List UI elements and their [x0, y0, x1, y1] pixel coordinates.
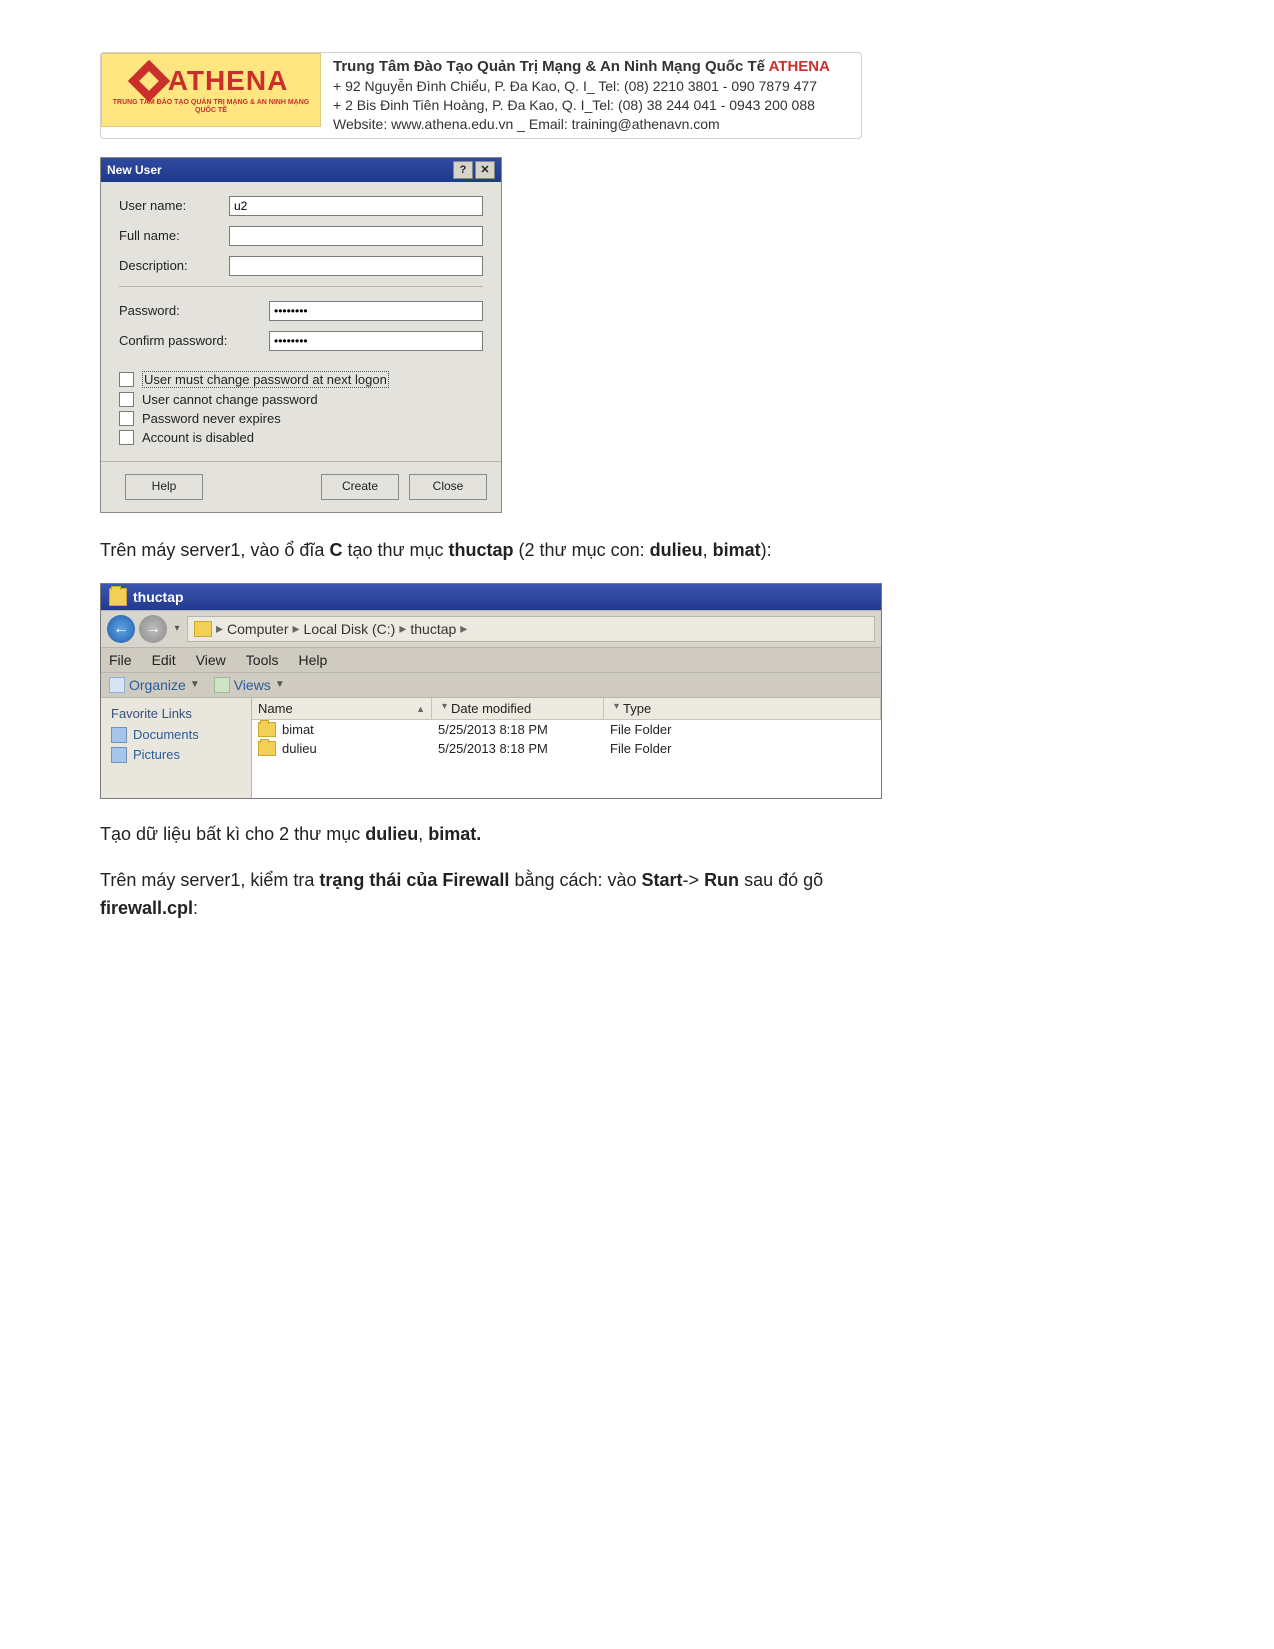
documents-icon	[111, 727, 127, 743]
logo-diamond-icon	[127, 60, 169, 102]
nav-forward-button[interactable]: →	[139, 615, 167, 643]
disabled-label: Account is disabled	[142, 430, 254, 445]
cannot-change-checkbox[interactable]	[119, 392, 134, 407]
full-name-input[interactable]	[229, 226, 483, 246]
breadcrumb-item[interactable]: Computer	[227, 621, 288, 637]
explorer-sidebar: Favorite Links Documents Pictures	[101, 698, 252, 798]
letterhead-text: Trung Tâm Đào Tạo Quản Trị Mạng & An Nin…	[333, 53, 830, 138]
paragraph-2: Tạo dữ liệu bất kì cho 2 thư mục dulieu,…	[100, 821, 1000, 849]
create-button[interactable]: Create	[321, 474, 399, 500]
description-input[interactable]	[229, 256, 483, 276]
letterhead: ATHENA TRUNG TÂM ĐÀO TẠO QUẢN TRỊ MẠNG &…	[100, 52, 862, 139]
pictures-icon	[111, 747, 127, 763]
file-name: dulieu	[282, 741, 317, 756]
nav-history-dropdown[interactable]: ▾	[171, 620, 183, 638]
cannot-change-label: User cannot change password	[142, 392, 318, 407]
logo-subtext: TRUNG TÂM ĐÀO TẠO QUẢN TRỊ MẠNG & AN NIN…	[102, 99, 320, 114]
col-name[interactable]: Name▲	[252, 698, 432, 719]
letterhead-contacts: Website: www.athena.edu.vn _ Email: trai…	[333, 115, 830, 134]
letterhead-brand: ATHENA	[769, 58, 830, 75]
chevron-down-icon: ▼	[190, 679, 200, 690]
letterhead-title: Trung Tâm Đào Tạo Quản Trị Mạng & An Nin…	[333, 58, 769, 75]
organize-button[interactable]: Organize ▼	[109, 677, 200, 693]
explorer-address-bar: ← → ▾ ▸ Computer ▸ Local Disk (C:) ▸ thu…	[101, 610, 881, 648]
table-row[interactable]: bimat 5/25/2013 8:18 PM File Folder	[252, 720, 881, 739]
menu-edit[interactable]: Edit	[152, 652, 176, 668]
must-change-label: User must change password at next logon	[142, 371, 389, 388]
folder-icon	[258, 722, 276, 737]
confirm-password-input[interactable]	[269, 331, 483, 351]
letterhead-addr2: + 2 Bis Đinh Tiên Hoàng, P. Đa Kao, Q. I…	[333, 96, 830, 115]
paragraph-1: Trên máy server1, vào ổ đĩa C tạo thư mụ…	[100, 537, 1000, 565]
address-bar[interactable]: ▸ Computer ▸ Local Disk (C:) ▸ thuctap ▸	[187, 616, 875, 642]
favorite-links-heading: Favorite Links	[111, 706, 241, 721]
user-name-input[interactable]	[229, 196, 483, 216]
close-button[interactable]: Close	[409, 474, 487, 500]
column-headers: Name▲ ▾Date modified ▾Type	[252, 698, 881, 720]
file-date: 5/25/2013 8:18 PM	[432, 739, 604, 758]
help-button[interactable]: Help	[125, 474, 203, 500]
explorer-file-list: Name▲ ▾Date modified ▾Type bimat 5/25/20…	[252, 698, 881, 798]
description-label: Description:	[119, 258, 229, 273]
sidebar-item-documents[interactable]: Documents	[111, 727, 241, 743]
athena-logo: ATHENA TRUNG TÂM ĐÀO TẠO QUẢN TRỊ MẠNG &…	[101, 53, 321, 127]
disabled-checkbox[interactable]	[119, 430, 134, 445]
explorer-menu: File Edit View Tools Help	[101, 648, 881, 673]
table-row[interactable]: dulieu 5/25/2013 8:18 PM File Folder	[252, 739, 881, 758]
file-name: bimat	[282, 722, 314, 737]
never-expires-label: Password never expires	[142, 411, 281, 426]
password-input[interactable]	[269, 301, 483, 321]
sidebar-item-pictures[interactable]: Pictures	[111, 747, 241, 763]
confirm-password-label: Confirm password:	[119, 333, 269, 348]
explorer-window: thuctap ← → ▾ ▸ Computer ▸ Local Disk (C…	[100, 583, 882, 799]
menu-tools[interactable]: Tools	[246, 652, 279, 668]
help-titlebar-button[interactable]: ?	[453, 161, 473, 179]
nav-back-button[interactable]: ←	[107, 615, 135, 643]
full-name-label: Full name:	[119, 228, 229, 243]
views-button[interactable]: Views ▼	[214, 677, 285, 693]
user-name-label: User name:	[119, 198, 229, 213]
views-icon	[214, 677, 230, 693]
must-change-checkbox[interactable]	[119, 372, 134, 387]
file-type: File Folder	[604, 739, 881, 758]
paragraph-3: Trên máy server1, kiểm tra trạng thái củ…	[100, 867, 1000, 923]
logo-text: ATHENA	[168, 65, 289, 97]
menu-help[interactable]: Help	[298, 652, 327, 668]
never-expires-checkbox[interactable]	[119, 411, 134, 426]
dialog-title: New User	[107, 163, 162, 177]
breadcrumb-item[interactable]: Local Disk (C:)	[304, 621, 396, 637]
new-user-dialog: New User ? ✕ User name: Full name: Descr…	[100, 157, 502, 513]
close-titlebar-button[interactable]: ✕	[475, 161, 495, 179]
dialog-titlebar: New User ? ✕	[101, 158, 501, 182]
file-type: File Folder	[604, 720, 881, 739]
folder-icon	[194, 621, 212, 637]
chevron-down-icon: ▼	[275, 679, 285, 690]
chevron-down-icon: ▾	[614, 701, 619, 712]
password-label: Password:	[119, 303, 269, 318]
chevron-down-icon: ▾	[442, 701, 447, 712]
menu-file[interactable]: File	[109, 652, 132, 668]
explorer-titlebar: thuctap	[101, 584, 881, 610]
organize-icon	[109, 677, 125, 693]
menu-view[interactable]: View	[196, 652, 226, 668]
explorer-toolbar: Organize ▼ Views ▼	[101, 673, 881, 698]
folder-icon	[109, 588, 127, 606]
letterhead-addr1: + 92 Nguyễn Đình Chiểu, P. Đa Kao, Q. I_…	[333, 77, 830, 96]
col-date[interactable]: ▾Date modified	[432, 698, 604, 719]
sort-asc-icon: ▲	[416, 704, 425, 714]
breadcrumb-item[interactable]: thuctap	[410, 621, 456, 637]
folder-icon	[258, 741, 276, 756]
file-date: 5/25/2013 8:18 PM	[432, 720, 604, 739]
explorer-title: thuctap	[133, 589, 184, 605]
col-type[interactable]: ▾Type	[604, 698, 881, 719]
